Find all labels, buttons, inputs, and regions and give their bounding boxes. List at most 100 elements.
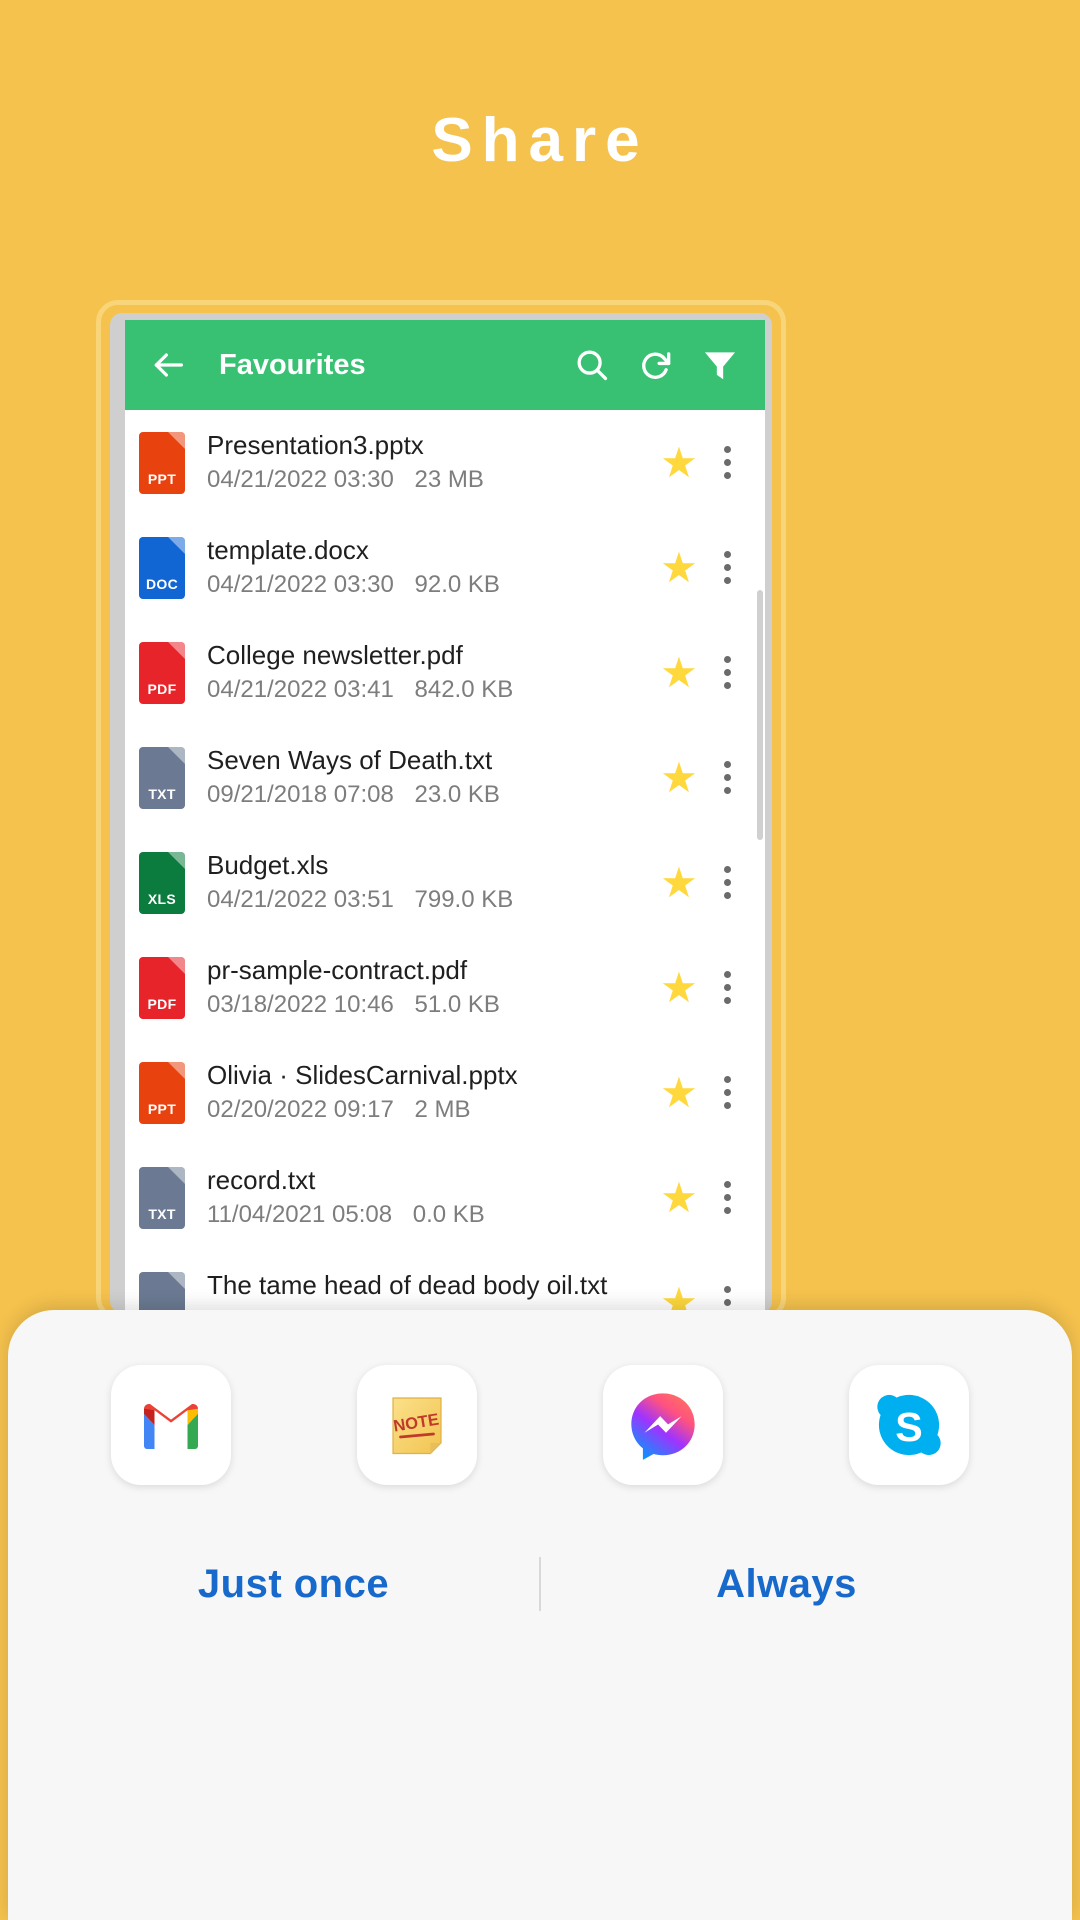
file-size: 842.0 KB	[414, 676, 514, 704]
file-type-icon-wrap: PPT	[139, 1061, 185, 1124]
table-row[interactable]: PDF College newsletter.pdf 04/21/2022 03…	[125, 620, 765, 725]
arrow-left-icon[interactable]	[145, 342, 191, 388]
share-target-skype[interactable]: S	[849, 1365, 969, 1485]
file-size: 23 MB	[414, 466, 484, 494]
file-name: Budget.xls	[207, 849, 329, 880]
file-date: 04/21/2022 03:30	[207, 466, 394, 494]
share-target-gmail[interactable]	[111, 1365, 231, 1485]
table-row[interactable]: PPT Olivia · SlidesCarnival.pptx 02/20/2…	[125, 1040, 765, 1145]
star-icon[interactable]: ★	[651, 861, 707, 904]
star-icon[interactable]: ★	[651, 651, 707, 694]
file-sub: 04/21/2022 03:51 799.0 KB	[207, 884, 651, 916]
star-icon[interactable]: ★	[651, 756, 707, 799]
svg-text:S: S	[895, 1404, 922, 1450]
share-target-messenger[interactable]	[603, 1365, 723, 1485]
file-type-icon-wrap: PDF	[139, 641, 185, 704]
file-type-icon-wrap: TXT	[139, 1166, 185, 1229]
file-name: The tame head of dead body oil.txt	[207, 1269, 608, 1300]
txt-file-icon: TXT	[139, 746, 185, 809]
file-name: pr-sample-contract.pdf	[207, 954, 468, 985]
file-date: 04/21/2022 03:30	[207, 571, 394, 599]
list-scrollbar[interactable]	[757, 590, 763, 840]
table-row[interactable]: TXT The tame head of dead body oil.txt ★	[125, 1250, 765, 1310]
file-meta: Olivia · SlidesCarnival.pptx 02/20/2022 …	[207, 1059, 651, 1127]
toolbar-title: Favourites	[219, 348, 366, 381]
file-meta: record.txt 11/04/2021 05:08 0.0 KB	[207, 1164, 651, 1232]
table-row[interactable]: TXT Seven Ways of Death.txt 09/21/2018 0…	[125, 725, 765, 830]
file-date: 09/21/2018 07:08	[207, 781, 394, 809]
star-icon[interactable]: ★	[651, 546, 707, 589]
search-icon[interactable]	[569, 342, 615, 388]
app-toolbar: Favourites	[125, 320, 765, 410]
ppt-file-icon: PPT	[139, 431, 185, 494]
always-button[interactable]: Always	[541, 1562, 1032, 1607]
file-size: 2 MB	[414, 1096, 471, 1124]
file-type-icon-wrap: TXT	[139, 746, 185, 809]
star-icon[interactable]: ★	[651, 966, 707, 1009]
share-target-note[interactable]: NOTE	[357, 1365, 477, 1485]
file-sub: 09/21/2018 07:08 23.0 KB	[207, 779, 651, 811]
doc-file-icon: DOC	[139, 536, 185, 599]
overflow-menu-icon[interactable]	[707, 971, 747, 1004]
file-sub: 04/21/2022 03:30 23 MB	[207, 464, 651, 496]
refresh-icon[interactable]	[633, 342, 679, 388]
file-meta: Presentation3.pptx 04/21/2022 03:30 23 M…	[207, 429, 651, 497]
table-row[interactable]: XLS Budget.xls 04/21/2022 03:51 799.0 KB…	[125, 830, 765, 935]
table-row[interactable]: PPT Presentation3.pptx 04/21/2022 03:30 …	[125, 410, 765, 515]
overflow-menu-icon[interactable]	[707, 1181, 747, 1214]
file-name: College newsletter.pdf	[207, 639, 463, 670]
txt-file-icon: TXT	[139, 1166, 185, 1229]
overflow-menu-icon[interactable]	[707, 1286, 747, 1310]
file-sub: 04/21/2022 03:30 92.0 KB	[207, 569, 651, 601]
file-name: Olivia · SlidesCarnival.pptx	[207, 1059, 518, 1090]
file-meta: College newsletter.pdf 04/21/2022 03:41 …	[207, 639, 651, 707]
file-type-icon-wrap: DOC	[139, 536, 185, 599]
table-row[interactable]: DOC template.docx 04/21/2022 03:30 92.0 …	[125, 515, 765, 620]
file-meta: template.docx 04/21/2022 03:30 92.0 KB	[207, 534, 651, 602]
file-sub: 04/21/2022 03:41 842.0 KB	[207, 674, 651, 706]
share-app-row: NOTE S	[8, 1310, 1072, 1485]
page-title: Share	[431, 106, 649, 175]
file-type-icon-wrap: XLS	[139, 851, 185, 914]
just-once-button[interactable]: Just once	[48, 1562, 539, 1607]
pdf-file-icon: PDF	[139, 956, 185, 1019]
filter-icon[interactable]	[697, 342, 743, 388]
file-date: 04/21/2022 03:51	[207, 886, 394, 914]
star-icon[interactable]: ★	[651, 1281, 707, 1310]
file-name: template.docx	[207, 534, 369, 565]
table-row[interactable]: TXT record.txt 11/04/2021 05:08 0.0 KB ★	[125, 1145, 765, 1250]
overflow-menu-icon[interactable]	[707, 551, 747, 584]
file-date: 02/20/2022 09:17	[207, 1096, 394, 1124]
star-icon[interactable]: ★	[651, 1176, 707, 1219]
file-type-icon-wrap: TXT	[139, 1271, 185, 1310]
gmail-icon	[135, 1389, 207, 1461]
share-sheet: NOTE S Just once Always	[8, 1310, 1072, 1920]
table-row[interactable]: PDF pr-sample-contract.pdf 03/18/2022 10…	[125, 935, 765, 1040]
file-sub: 11/04/2021 05:08 0.0 KB	[207, 1199, 651, 1231]
overflow-menu-icon[interactable]	[707, 656, 747, 689]
file-size: 0.0 KB	[412, 1201, 485, 1229]
file-meta: The tame head of dead body oil.txt	[207, 1269, 651, 1310]
file-size: 92.0 KB	[414, 571, 500, 599]
overflow-menu-icon[interactable]	[707, 866, 747, 899]
file-name: Presentation3.pptx	[207, 429, 424, 460]
file-list[interactable]: PPT Presentation3.pptx 04/21/2022 03:30 …	[125, 410, 765, 1310]
share-action-row: Just once Always	[8, 1557, 1072, 1611]
skype-icon: S	[871, 1387, 947, 1463]
overflow-menu-icon[interactable]	[707, 446, 747, 479]
pdf-file-icon: PDF	[139, 641, 185, 704]
file-name: record.txt	[207, 1164, 316, 1195]
file-size: 51.0 KB	[414, 991, 500, 1019]
file-sub: 03/18/2022 10:46 51.0 KB	[207, 989, 651, 1021]
star-icon[interactable]: ★	[651, 1071, 707, 1114]
star-icon[interactable]: ★	[651, 441, 707, 484]
file-name: Seven Ways of Death.txt	[207, 744, 493, 775]
file-type-icon-wrap: PDF	[139, 956, 185, 1019]
ppt-file-icon: PPT	[139, 1061, 185, 1124]
file-meta: Seven Ways of Death.txt 09/21/2018 07:08…	[207, 744, 651, 812]
overflow-menu-icon[interactable]	[707, 1076, 747, 1109]
file-size: 23.0 KB	[414, 781, 500, 809]
file-meta: pr-sample-contract.pdf 03/18/2022 10:46 …	[207, 954, 651, 1022]
overflow-menu-icon[interactable]	[707, 761, 747, 794]
file-sub: 02/20/2022 09:17 2 MB	[207, 1094, 651, 1126]
